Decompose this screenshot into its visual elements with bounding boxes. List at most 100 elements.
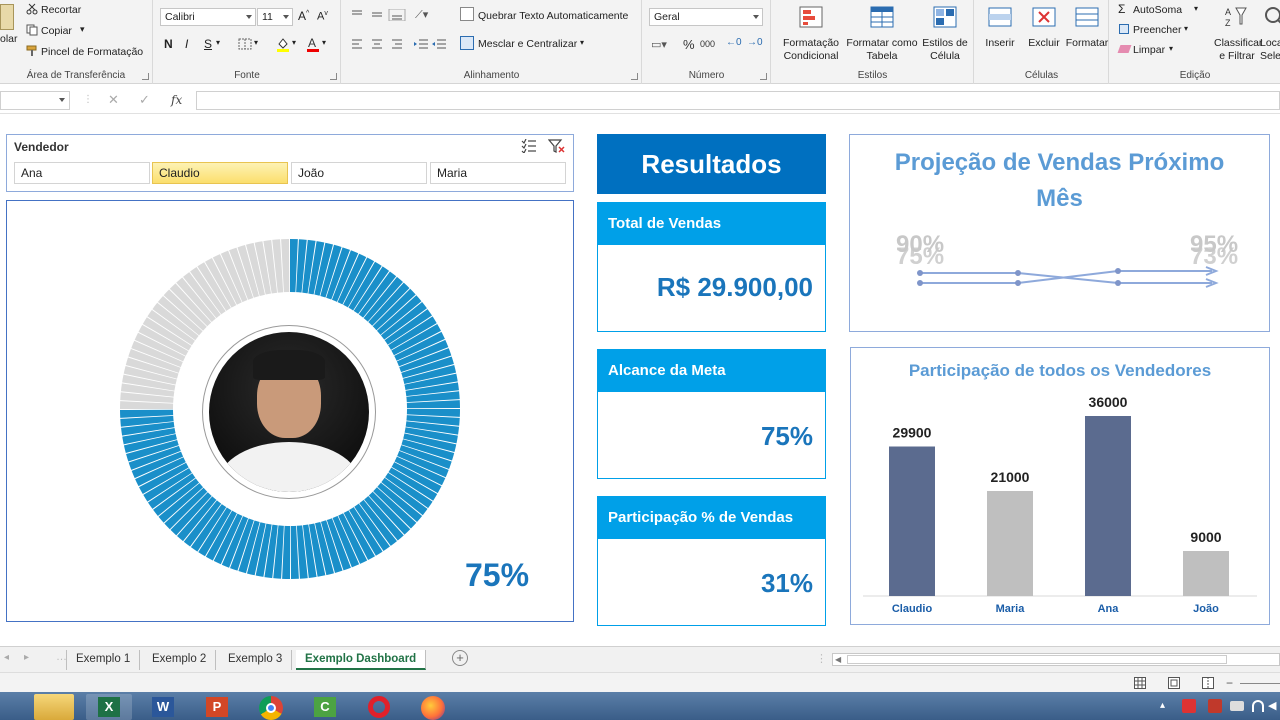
indent-icons[interactable] <box>414 38 448 50</box>
sheet-tab[interactable]: Exemplo 3 <box>219 650 293 670</box>
horizontal-scrollbar[interactable]: ◀ <box>832 653 1280 666</box>
kpi-title: Total de Vendas <box>598 203 825 245</box>
conditional-formatting-label: Formatação Condicional <box>782 37 840 62</box>
number-format-value: Geral <box>654 11 680 23</box>
font-name-select[interactable]: Calibri <box>160 8 256 26</box>
merge-dropdown-icon[interactable]: ▾ <box>580 38 584 47</box>
number-launcher-icon[interactable] <box>760 73 767 80</box>
number-format-select[interactable]: Geral <box>649 8 763 26</box>
tray-wifi-icon[interactable] <box>1252 700 1264 712</box>
currency-icon[interactable]: ▭▾ <box>651 38 667 51</box>
decrease-decimal-icon[interactable]: →0 <box>747 37 763 48</box>
grow-font-icon[interactable]: A^ <box>298 9 309 23</box>
sheet-tab[interactable]: Exemplo 1 <box>66 650 141 670</box>
format-cells-button[interactable]: Formatar <box>1065 0 1109 50</box>
bold-button[interactable]: N <box>164 37 173 51</box>
excel-app-icon[interactable]: X <box>86 694 132 720</box>
add-sheet-icon[interactable]: + <box>452 650 468 666</box>
border-dropdown-icon[interactable]: ▾ <box>254 38 258 47</box>
format-as-table-button[interactable]: Formatar como Tabela <box>844 0 920 63</box>
scrollbar-thumb[interactable] <box>847 655 1227 664</box>
normal-view-icon[interactable] <box>1134 677 1146 689</box>
firefox-app-icon[interactable] <box>410 694 456 720</box>
font-color-dropdown-icon[interactable]: ▾ <box>322 38 326 47</box>
delete-button[interactable]: Excluir <box>1023 0 1065 50</box>
cut-button[interactable]: Recortar <box>41 4 81 16</box>
format-painter-button[interactable]: Pincel de Formatação <box>41 46 143 58</box>
scroll-left-arrow-icon[interactable]: ◀ <box>835 655 841 664</box>
enter-icon[interactable]: ✓ <box>139 92 150 108</box>
chrome-app-icon[interactable] <box>248 694 294 720</box>
font-launcher-icon[interactable] <box>330 73 337 80</box>
zoom-slider[interactable] <box>1240 683 1280 684</box>
opera-app-icon[interactable] <box>356 694 402 720</box>
multi-select-icon[interactable] <box>521 139 537 153</box>
page-layout-icon[interactable] <box>1168 677 1180 689</box>
percent-icon[interactable]: % <box>683 37 695 52</box>
tab-scroll-right-icon[interactable]: ▸ <box>24 652 29 663</box>
font-size-select[interactable]: 11 <box>257 8 293 26</box>
font-color-icon[interactable]: A <box>306 36 320 52</box>
alignment-group: ⟋▾ Quebrar Texto Automaticamente Mesclar… <box>342 0 642 84</box>
page-break-icon[interactable] <box>1202 677 1214 689</box>
clipboard-launcher-icon[interactable] <box>142 73 149 80</box>
sheet-tab[interactable]: Exemplo Dashboard <box>296 650 427 670</box>
x-tick-label: Claudio <box>892 603 933 615</box>
slicer-item[interactable]: Maria <box>430 162 566 184</box>
thousands-icon[interactable]: 000 <box>700 39 715 49</box>
autosum-dropdown-icon[interactable]: ▾ <box>1194 4 1198 13</box>
tray-volume-icon[interactable]: ◀ <box>1268 699 1276 712</box>
tray-mail-icon[interactable] <box>1208 699 1222 713</box>
sheet-tab-bar: ◂ ▸ … Exemplo 1 Exemplo 2 Exemplo 3 Exemplo… <box>0 646 1280 672</box>
autosum-button[interactable]: AutoSoma <box>1133 4 1182 16</box>
tray-app-icon[interactable] <box>1182 699 1196 713</box>
insert-function-button[interactable]: fx <box>171 93 182 107</box>
projection-lines <box>917 266 1219 288</box>
clear-filter-icon[interactable] <box>548 138 566 154</box>
fill-color-icon[interactable] <box>276 36 290 52</box>
file-explorer-icon[interactable] <box>34 694 74 720</box>
clear-dropdown-icon[interactable]: ▾ <box>1169 44 1173 53</box>
paste-label[interactable]: olar <box>0 33 18 45</box>
name-box[interactable] <box>0 91 70 110</box>
splitter-icon[interactable]: ⋮ <box>816 652 827 665</box>
vertical-align-icons[interactable] <box>350 9 410 21</box>
tray-chevron-icon[interactable]: ▴ <box>1160 700 1165 711</box>
copy-button[interactable]: Copiar <box>41 25 72 37</box>
powerpoint-app-icon[interactable]: P <box>194 694 240 720</box>
formula-input[interactable] <box>196 91 1280 110</box>
italic-button[interactable]: I <box>185 37 188 51</box>
alignment-launcher-icon[interactable] <box>631 73 638 80</box>
tray-battery-icon[interactable] <box>1230 701 1244 711</box>
clear-button[interactable]: Limpar <box>1133 44 1165 56</box>
sort-filter-button[interactable]: AZ Classificar e Filtrar <box>1214 0 1262 63</box>
insert-button[interactable]: Inserir <box>979 0 1021 50</box>
orientation-icon[interactable]: ⟋▾ <box>415 8 428 22</box>
slicer-item[interactable]: João <box>291 162 427 184</box>
tab-scroll-left-icon[interactable]: ◂ <box>4 652 9 663</box>
shrink-font-icon[interactable]: Av <box>317 10 328 23</box>
cancel-icon[interactable]: ✕ <box>108 92 119 108</box>
slicer-item[interactable]: Ana <box>14 162 150 184</box>
fill-dropdown-icon[interactable]: ▾ <box>1184 24 1188 33</box>
copy-dropdown-icon[interactable]: ▾ <box>80 24 85 35</box>
word-app-icon[interactable]: W <box>140 694 186 720</box>
slicer-item[interactable]: Claudio <box>152 162 288 184</box>
zoom-out-icon[interactable]: − <box>1226 676 1233 690</box>
increase-decimal-icon[interactable]: ←0 <box>726 37 742 48</box>
sheet-tab[interactable]: Exemplo 2 <box>143 650 217 670</box>
underline-dropdown-icon[interactable]: ▾ <box>216 38 220 47</box>
camtasia-app-icon[interactable]: C <box>302 694 348 720</box>
conditional-formatting-button[interactable]: Formatação Condicional <box>776 0 846 63</box>
border-icon[interactable] <box>238 38 252 50</box>
horizontal-align-icons[interactable] <box>350 38 410 50</box>
fill-color-dropdown-icon[interactable]: ▾ <box>292 38 296 47</box>
merge-center-button[interactable]: Mesclar e Centralizar <box>478 38 577 50</box>
wrap-text-button[interactable]: Quebrar Texto Automaticamente <box>478 10 628 22</box>
underline-button[interactable]: S <box>204 37 212 51</box>
results-header: Resultados <box>597 134 826 194</box>
find-select-button[interactable]: Loca Selecio <box>1260 0 1280 63</box>
fill-button[interactable]: Preencher <box>1133 24 1181 36</box>
paste-icon[interactable] <box>0 4 14 30</box>
cell-styles-button[interactable]: Estilos de Célula <box>918 0 972 63</box>
